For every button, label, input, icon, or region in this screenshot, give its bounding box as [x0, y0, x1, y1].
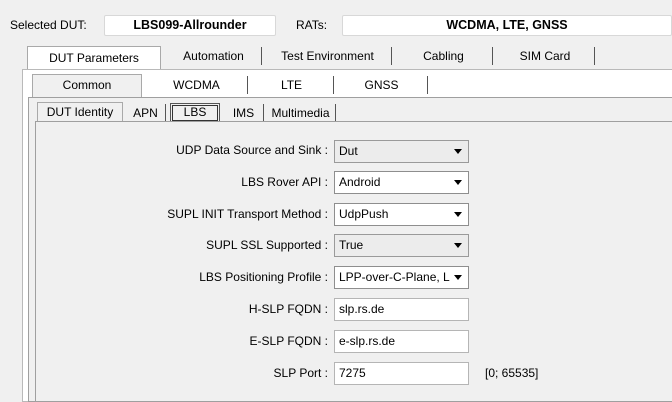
supl-init-transport-label: SUPL INIT Transport Method : [167, 207, 328, 221]
chevron-down-icon [454, 180, 462, 185]
udp-source-sink-value: Dut [339, 144, 358, 158]
lbs-rover-api-value: Android [339, 175, 381, 189]
lbs-rover-api-select[interactable]: Android [334, 171, 469, 194]
slp-port-range: [0; 65535] [485, 366, 539, 380]
h-slp-fqdn-label: H-SLP FQDN : [248, 302, 328, 316]
tab-multimedia[interactable]: Multimedia [266, 104, 336, 122]
supl-init-transport-select[interactable]: UdpPush [334, 203, 469, 226]
tab-ims[interactable]: IMS [224, 104, 264, 122]
chevron-down-icon [454, 243, 462, 248]
tab-wcdma[interactable]: WCDMA [146, 76, 248, 94]
udp-source-sink-select[interactable]: Dut [334, 140, 469, 163]
selected-dut-label: Selected DUT: [10, 18, 87, 32]
chevron-down-icon [454, 275, 462, 280]
udp-source-sink-label: UDP Data Source and Sink : [176, 143, 328, 157]
supl-ssl-label: SUPL SSL Supported : [206, 238, 328, 252]
lbs-positioning-profile-select[interactable]: LPP-over-C-Plane, L [334, 266, 469, 289]
supl-init-transport-value: UdpPush [339, 207, 389, 221]
e-slp-fqdn-input[interactable]: e-slp.rs.de [334, 330, 469, 353]
tab-lbs[interactable]: LBS [170, 103, 220, 123]
tab-lte[interactable]: LTE [250, 76, 334, 94]
slp-port-input[interactable]: 7275 [334, 362, 469, 385]
tab-common[interactable]: Common [32, 74, 142, 98]
rats-label: RATs: [296, 18, 328, 32]
tab-automation[interactable]: Automation [166, 47, 262, 65]
supl-ssl-select[interactable]: True [334, 234, 469, 257]
tab-test-environment[interactable]: Test Environment [264, 47, 392, 65]
selected-dut-value: LBS099-Allrounder [104, 15, 276, 36]
tab-cabling[interactable]: Cabling [395, 47, 493, 65]
lbs-positioning-profile-value: LPP-over-C-Plane, L [339, 270, 450, 284]
lbs-form-panel [35, 121, 672, 402]
lbs-positioning-profile-label: LBS Positioning Profile : [199, 270, 328, 284]
tab-gnss[interactable]: GNSS [336, 76, 428, 94]
e-slp-fqdn-label: E-SLP FQDN : [249, 334, 328, 348]
rats-value: WCDMA, LTE, GNSS [342, 15, 672, 36]
lbs-rover-api-label: LBS Rover API : [241, 175, 328, 189]
supl-ssl-value: True [339, 238, 364, 252]
chevron-down-icon [454, 212, 462, 217]
main-tab-bar: DUT Parameters Automation Test Environme… [0, 42, 672, 70]
tab-dut-parameters[interactable]: DUT Parameters [27, 46, 161, 70]
tab-apn[interactable]: APN [126, 104, 166, 122]
chevron-down-icon [454, 149, 462, 154]
h-slp-fqdn-input[interactable]: slp.rs.de [334, 298, 469, 321]
slp-port-label: SLP Port : [273, 366, 328, 380]
tab-sim-card[interactable]: SIM Card [496, 47, 595, 65]
